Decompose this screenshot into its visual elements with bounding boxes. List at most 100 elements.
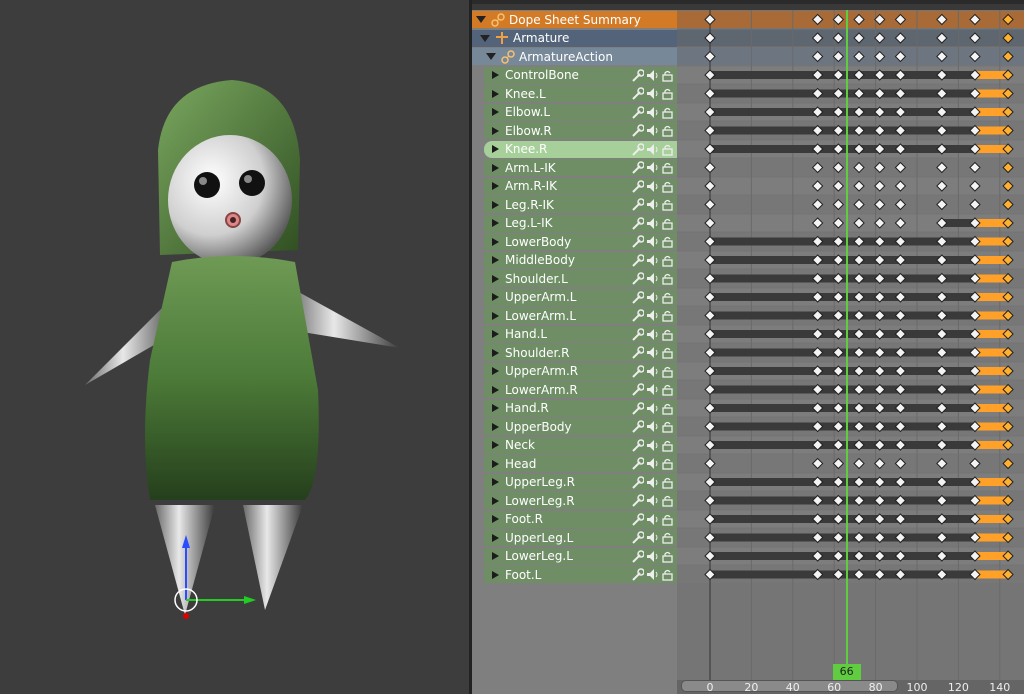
speaker-icon[interactable] bbox=[646, 365, 659, 378]
lock-icon[interactable] bbox=[661, 69, 674, 82]
current-frame-badge[interactable]: 66 bbox=[832, 664, 861, 680]
wrench-icon[interactable] bbox=[631, 68, 645, 82]
channel-group-lowerarm-r[interactable]: LowerArm.R bbox=[484, 381, 677, 398]
lock-icon[interactable] bbox=[661, 420, 674, 433]
expand-toggle-icon[interactable] bbox=[492, 422, 499, 431]
wrench-icon[interactable] bbox=[631, 549, 645, 563]
expand-toggle-icon[interactable] bbox=[492, 348, 499, 357]
speaker-icon[interactable] bbox=[646, 457, 659, 470]
channel-group-lowerleg-l[interactable]: LowerLeg.L bbox=[484, 547, 677, 565]
channel-group-knee-r[interactable]: Knee.R bbox=[484, 140, 677, 158]
expand-toggle-icon[interactable] bbox=[492, 404, 499, 412]
wrench-icon[interactable] bbox=[631, 216, 645, 230]
wrench-icon[interactable] bbox=[631, 124, 645, 137]
channel-group-shoulder-r[interactable]: Shoulder.R bbox=[484, 344, 677, 361]
channel-group-leg-r-ik[interactable]: Leg.R-IK bbox=[484, 196, 677, 213]
expand-toggle-icon[interactable] bbox=[492, 274, 499, 283]
speaker-icon[interactable] bbox=[646, 476, 659, 489]
channel-group-leg-l-ik[interactable]: Leg.L-IK bbox=[484, 214, 677, 232]
lock-icon[interactable] bbox=[661, 309, 674, 322]
channel-group-lowerarm-l[interactable]: LowerArm.L bbox=[484, 307, 677, 324]
expand-toggle-icon[interactable] bbox=[492, 293, 499, 301]
expand-toggle-icon[interactable] bbox=[492, 71, 499, 79]
expand-toggle-icon[interactable] bbox=[492, 89, 499, 98]
expand-toggle-icon[interactable] bbox=[492, 182, 499, 190]
channel-group-foot-l[interactable]: Foot.L bbox=[484, 566, 677, 583]
expand-toggle-icon[interactable] bbox=[492, 515, 499, 523]
expand-toggle-icon[interactable] bbox=[492, 126, 499, 135]
wrench-icon[interactable] bbox=[631, 531, 645, 544]
lock-icon[interactable] bbox=[661, 106, 674, 119]
wrench-icon[interactable] bbox=[631, 475, 645, 489]
expand-toggle-icon[interactable] bbox=[492, 478, 499, 486]
expand-toggle-icon[interactable] bbox=[492, 200, 499, 209]
channel-group-arm-l-ik[interactable]: Arm.L-IK bbox=[484, 159, 677, 176]
wrench-icon[interactable] bbox=[631, 512, 645, 526]
speaker-icon[interactable] bbox=[646, 106, 659, 119]
speaker-icon[interactable] bbox=[646, 272, 659, 285]
wrench-icon[interactable] bbox=[631, 457, 645, 470]
keyframe-area[interactable] bbox=[677, 10, 1024, 680]
expand-toggle-icon[interactable] bbox=[492, 441, 499, 449]
expand-toggle-icon[interactable] bbox=[492, 145, 499, 153]
channel-group-arm-r-ik[interactable]: Arm.R-IK bbox=[484, 177, 677, 195]
lock-icon[interactable] bbox=[661, 346, 674, 359]
speaker-icon[interactable] bbox=[646, 346, 659, 359]
speaker-icon[interactable] bbox=[646, 254, 659, 267]
3d-viewport[interactable] bbox=[0, 0, 469, 694]
lock-icon[interactable] bbox=[661, 254, 674, 267]
speaker-icon[interactable] bbox=[646, 309, 659, 322]
expand-toggle-icon[interactable] bbox=[492, 552, 499, 560]
dopesheet-timeline[interactable]: 66 0 20 40 60 80 100 120 140 bbox=[677, 10, 1024, 694]
wrench-icon[interactable] bbox=[631, 179, 645, 193]
lock-icon[interactable] bbox=[661, 124, 674, 137]
lock-icon[interactable] bbox=[661, 272, 674, 285]
channel-group-upperleg-r[interactable]: UpperLeg.R bbox=[484, 473, 677, 491]
lock-icon[interactable] bbox=[661, 217, 674, 230]
channel-group-knee-l[interactable]: Knee.L bbox=[484, 85, 677, 102]
speaker-icon[interactable] bbox=[646, 143, 659, 156]
expand-toggle-icon[interactable] bbox=[492, 570, 499, 579]
speaker-icon[interactable] bbox=[646, 402, 659, 415]
expand-toggle-icon[interactable] bbox=[492, 311, 499, 320]
expand-toggle-icon[interactable] bbox=[492, 496, 499, 505]
dopesheet-summary-row[interactable]: Dope Sheet Summary bbox=[472, 11, 677, 28]
wrench-icon[interactable] bbox=[631, 327, 645, 341]
current-frame-line[interactable] bbox=[845, 10, 848, 684]
channel-group-shoulder-l[interactable]: Shoulder.L bbox=[484, 270, 677, 287]
frame-ruler[interactable]: 0 20 40 60 80 100 120 140 bbox=[677, 680, 1024, 694]
wrench-icon[interactable] bbox=[631, 494, 645, 507]
channel-group-neck[interactable]: Neck bbox=[484, 436, 677, 454]
speaker-icon[interactable] bbox=[646, 235, 659, 248]
wrench-icon[interactable] bbox=[631, 364, 645, 378]
speaker-icon[interactable] bbox=[646, 513, 659, 526]
channel-group-lowerbody[interactable]: LowerBody bbox=[484, 233, 677, 250]
speaker-icon[interactable] bbox=[646, 124, 659, 137]
expand-toggle-icon[interactable] bbox=[492, 108, 499, 116]
speaker-icon[interactable] bbox=[646, 568, 659, 581]
expand-toggle-icon[interactable] bbox=[492, 533, 499, 542]
expand-toggle-icon[interactable] bbox=[492, 237, 499, 246]
wrench-icon[interactable] bbox=[631, 253, 645, 267]
speaker-icon[interactable] bbox=[646, 494, 659, 507]
expand-toggle-icon[interactable] bbox=[492, 385, 499, 394]
speaker-icon[interactable] bbox=[646, 69, 659, 82]
speaker-icon[interactable] bbox=[646, 161, 659, 174]
wrench-icon[interactable] bbox=[631, 383, 645, 396]
channel-group-lowerleg-r[interactable]: LowerLeg.R bbox=[484, 492, 677, 509]
speaker-icon[interactable] bbox=[646, 328, 659, 341]
lock-icon[interactable] bbox=[661, 87, 674, 100]
armature-action-row[interactable]: ArmatureAction bbox=[472, 48, 677, 65]
wrench-icon[interactable] bbox=[631, 346, 645, 359]
lock-icon[interactable] bbox=[661, 531, 674, 544]
wrench-icon[interactable] bbox=[631, 105, 645, 119]
speaker-icon[interactable] bbox=[646, 531, 659, 544]
lock-icon[interactable] bbox=[661, 235, 674, 248]
expand-toggle-icon[interactable] bbox=[492, 163, 499, 172]
speaker-icon[interactable] bbox=[646, 180, 659, 193]
lock-icon[interactable] bbox=[661, 439, 674, 452]
lock-icon[interactable] bbox=[661, 143, 674, 156]
lock-icon[interactable] bbox=[661, 568, 674, 581]
wrench-icon[interactable] bbox=[631, 568, 645, 581]
channel-group-upperleg-l[interactable]: UpperLeg.L bbox=[484, 529, 677, 546]
